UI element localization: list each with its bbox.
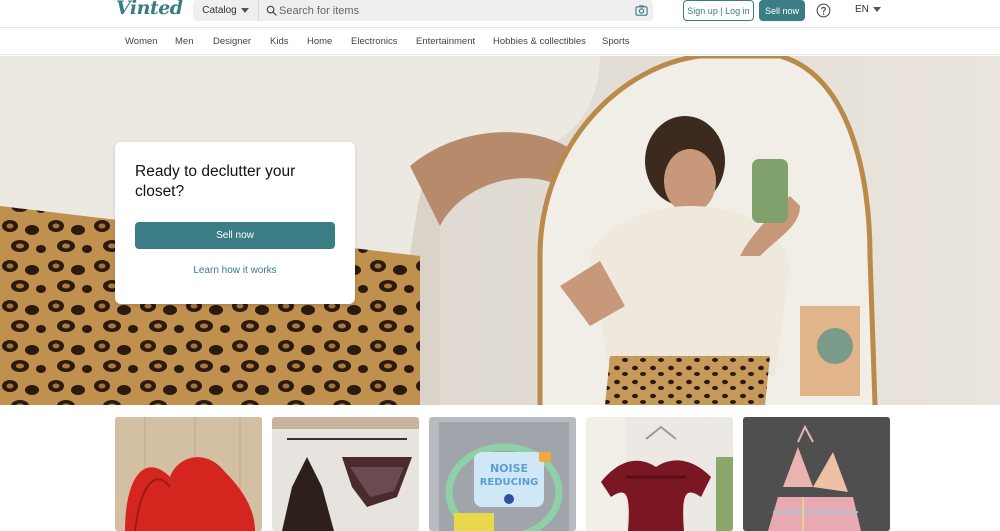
product-card-burgundy-ruffle-top[interactable] — [586, 417, 733, 531]
nav-item-men[interactable]: Men — [175, 36, 193, 47]
sell-promo-card: Ready to declutter your closet? Sell now… — [115, 142, 355, 304]
catalog-dropdown[interactable]: Catalog — [193, 0, 259, 21]
hero-banner: Ready to declutter your closet? Sell now… — [0, 56, 1000, 405]
nav-item-entertainment[interactable]: Entertainment — [416, 36, 475, 47]
hero-title: Ready to declutter your closet? — [135, 163, 296, 200]
nav-item-women[interactable]: Women — [125, 36, 158, 47]
sell-now-button[interactable]: Sell now — [759, 0, 805, 21]
svg-text:NOISE: NOISE — [490, 462, 528, 475]
help-icon[interactable] — [816, 3, 831, 18]
chevron-down-icon — [240, 8, 249, 13]
product-card-plaid-halter-top[interactable] — [743, 417, 890, 531]
product-image — [115, 417, 262, 531]
vinted-logo[interactable]: Vinted — [116, 0, 183, 19]
nav-item-kids[interactable]: Kids — [270, 36, 288, 47]
learn-how-it-works-link[interactable]: Learn how it works — [135, 265, 335, 276]
nav-item-electronics[interactable]: Electronics — [351, 36, 397, 47]
nav-item-hobbies-collectibles[interactable]: Hobbies & collectibles — [493, 36, 586, 47]
hero-sell-now-button[interactable]: Sell now — [135, 222, 335, 249]
nav-item-designer[interactable]: Designer — [213, 36, 251, 47]
search-icon — [266, 5, 277, 16]
product-card-brown-bikini-set[interactable] — [272, 417, 419, 531]
search-input[interactable] — [279, 1, 619, 20]
product-image — [272, 417, 419, 531]
catalog-label: Catalog — [202, 5, 237, 16]
chevron-down-icon — [872, 7, 881, 12]
svg-text:REDUCING: REDUCING — [480, 477, 539, 488]
language-selector[interactable]: EN — [855, 4, 881, 15]
nav-item-home[interactable]: Home — [307, 36, 332, 47]
category-nav: Women Men Designer Kids Home Electronics… — [0, 28, 1000, 55]
product-card-noise-reducing-earmuffs[interactable]: NOISE REDUCING — [429, 417, 576, 531]
product-card-red-bikini-top[interactable] — [115, 417, 262, 531]
camera-icon[interactable] — [635, 4, 648, 17]
product-image — [586, 417, 733, 531]
product-grid: NOISE REDUCING — [0, 405, 1000, 531]
top-header: Vinted Catalog Sign up | Log in Sell now… — [0, 0, 1000, 28]
search-bar: Catalog — [193, 0, 653, 21]
product-image: NOISE REDUCING — [429, 417, 576, 531]
product-image — [743, 417, 890, 531]
signup-login-button[interactable]: Sign up | Log in — [683, 0, 754, 21]
language-label: EN — [855, 4, 869, 15]
nav-item-sports[interactable]: Sports — [602, 36, 629, 47]
